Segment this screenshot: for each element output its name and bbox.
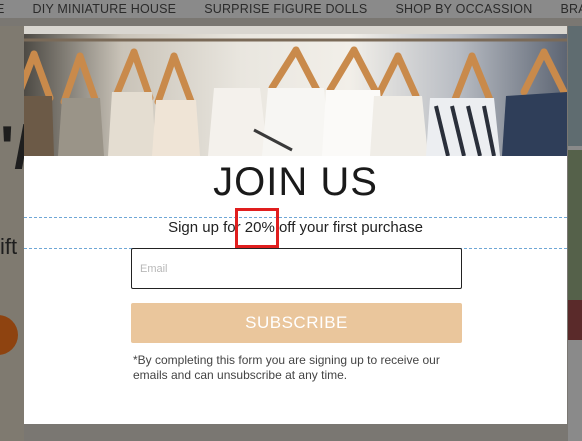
- modal-subtitle: Sign up for 20% off your first purchase: [168, 219, 423, 236]
- modal-title: JOIN US: [213, 160, 378, 204]
- discount-highlight-box: [235, 208, 279, 248]
- nav-item-surprise-figure-dolls[interactable]: SURPRISE FIGURE DOLLS: [204, 2, 367, 16]
- top-navigation: E DIY MINIATURE HOUSE SURPRISE FIGURE DO…: [0, 0, 582, 18]
- disclaimer-text: *By completing this form you are signing…: [133, 353, 440, 382]
- background-image-right: [568, 26, 582, 146]
- email-input[interactable]: [132, 249, 461, 288]
- nav-item-diy-miniature-house[interactable]: DIY MINIATURE HOUSE: [33, 2, 177, 16]
- nav-item[interactable]: E: [0, 2, 5, 16]
- background-banner-text: ift: [0, 234, 18, 259]
- signup-modal: JOIN US Sign up for 20% off your first p…: [24, 26, 567, 424]
- nav-item-brand[interactable]: BRAN: [560, 2, 582, 16]
- clothes-hangers-hero-image: [24, 26, 567, 156]
- email-field[interactable]: [131, 248, 462, 289]
- subscribe-button[interactable]: SUBSCRIBE: [131, 303, 462, 343]
- hero-illustration: [24, 26, 567, 156]
- background-product-right: [568, 300, 582, 340]
- nav-item-shop-by-occasion[interactable]: SHOP BY OCCASSION: [395, 2, 532, 16]
